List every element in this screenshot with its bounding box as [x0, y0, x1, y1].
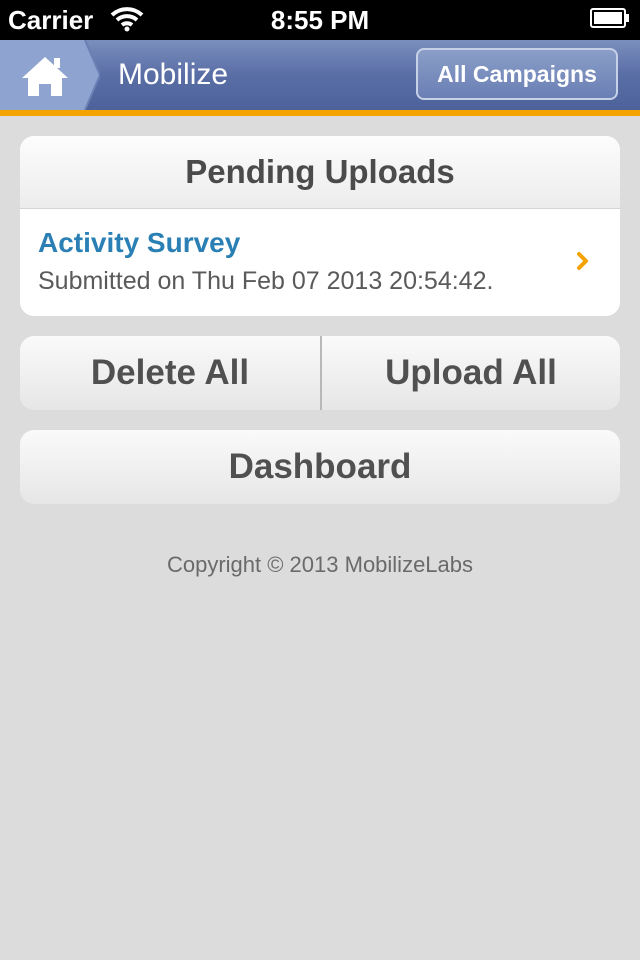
dashboard-button[interactable]: Dashboard	[20, 430, 620, 504]
copyright-text: Copyright © 2013 MobilizeLabs	[166, 552, 474, 577]
delete-all-button[interactable]: Delete All	[20, 336, 320, 410]
nav-title: Mobilize	[118, 58, 229, 91]
battery-icon	[590, 8, 629, 28]
upload-item-subtitle: Submitted on Thu Feb 07 2013 20:54:42.	[38, 267, 494, 295]
home-button[interactable]	[0, 39, 102, 111]
home-icon	[0, 39, 102, 111]
all-campaigns-button[interactable]: All Campaigns	[416, 48, 618, 100]
status-time: 8:55 PM	[270, 5, 370, 35]
upload-item-title: Activity Survey	[38, 227, 241, 258]
pending-uploads-panel: Pending Uploads Activity Survey Submitte…	[20, 136, 620, 316]
upload-all-button[interactable]: Upload All	[322, 336, 620, 410]
list-item[interactable]: Activity Survey Submitted on Thu Feb 07 …	[20, 209, 620, 316]
status-bar: Carrier 8:55 PM	[0, 0, 640, 40]
chevron-right-icon	[577, 252, 588, 270]
bulk-actions-group: Delete All Upload All	[20, 336, 620, 410]
nav-accent-bar	[0, 110, 640, 116]
pending-uploads-header: Pending Uploads	[20, 136, 620, 209]
